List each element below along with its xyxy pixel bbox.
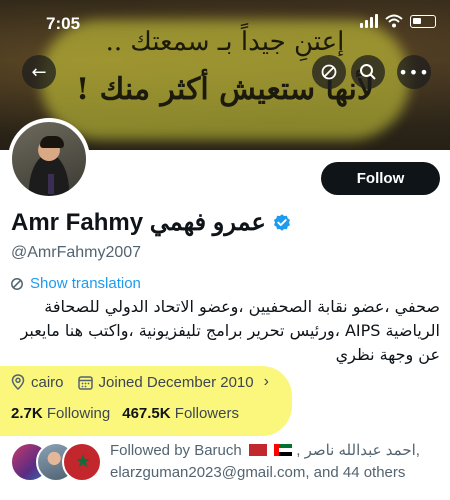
follow-stats: 2.7K Following 467.5K Followers (11, 405, 239, 422)
followers-stat[interactable]: 467.5K Followers (122, 405, 239, 422)
arrow-left-icon: ← (31, 61, 47, 83)
mutual-followers-avatars[interactable] (10, 440, 120, 486)
verified-badge-icon[interactable] (272, 213, 292, 233)
morocco-flag-icon (248, 444, 267, 456)
following-stat[interactable]: 2.7K Following (11, 405, 110, 422)
no-entry-icon (11, 277, 23, 290)
show-translation-label[interactable]: Show translation (30, 275, 141, 292)
status-time: 7:05 (46, 14, 81, 33)
status-icons (360, 14, 436, 28)
followers-count[interactable]: 467.5K (122, 405, 170, 422)
more-button[interactable]: ••• (397, 55, 431, 89)
signal-icon (360, 14, 378, 28)
user-handle: @AmrFahmy2007 (11, 244, 142, 261)
calendar-icon (77, 375, 93, 390)
search-icon (360, 64, 376, 80)
following-count[interactable]: 2.7K (11, 405, 43, 422)
back-button[interactable]: ← (22, 55, 56, 89)
no-entry-button[interactable] (312, 55, 346, 89)
avatar[interactable] (8, 118, 90, 200)
followed-by-rest: , احمد عبدالله ناصر, (296, 442, 420, 459)
followers-label[interactable]: Followers (175, 405, 239, 422)
location-item: cairo (11, 374, 64, 391)
no-entry-icon (321, 64, 337, 80)
location-text: cairo (31, 373, 64, 391)
wifi-icon (385, 14, 403, 28)
joined-text: Joined December 2010 (98, 373, 254, 391)
display-name: Amr Fahmy عمرو فهمي (11, 209, 266, 236)
more-horizontal-icon: ••• (398, 62, 430, 82)
joined-item: Joined December 2010 › (77, 373, 269, 391)
profile-meta: cairo Joined December 2010 › (11, 373, 269, 391)
battery-icon (410, 15, 436, 28)
following-label[interactable]: Following (47, 405, 110, 422)
chevron-right-icon[interactable]: › (264, 373, 269, 391)
followed-by-line2: elarzguman2023@gmail.com, and 44 others (110, 464, 406, 481)
profile-bio: صحفي ،عضو نقابة الصحفيين ،وعضو الاتحاد ا… (20, 297, 440, 364)
name-row: Amr Fahmy عمرو فهمي (11, 208, 292, 237)
show-translation-link[interactable]: Show translation (10, 275, 141, 292)
search-button[interactable] (351, 55, 385, 89)
follow-button[interactable]: Follow (321, 162, 440, 195)
followed-by-prefix: Followed by Baruch (110, 442, 242, 459)
avatar (62, 442, 102, 482)
uae-flag-icon (274, 444, 293, 456)
location-pin-icon (11, 374, 25, 390)
followed-by-text[interactable]: Followed by Baruch , احمد عبدالله ناصر, … (110, 440, 440, 484)
